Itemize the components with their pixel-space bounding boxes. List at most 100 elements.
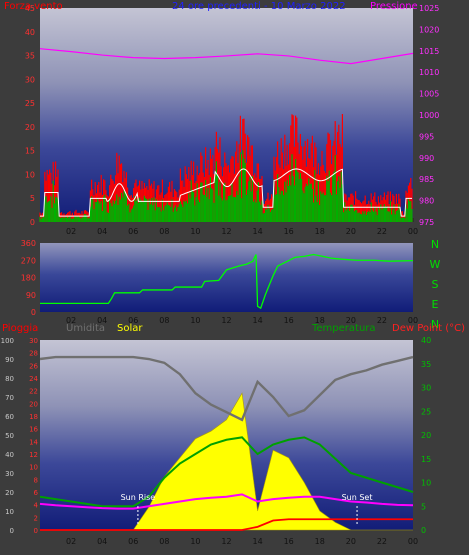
legend-label: Solar bbox=[117, 323, 143, 334]
direction-plot-area bbox=[40, 243, 413, 312]
pressure-y-tick: 1005 bbox=[419, 90, 439, 99]
legend-label: Dew Point (°C) bbox=[392, 323, 465, 334]
temp-x-tick: 22 bbox=[377, 537, 387, 546]
pressure-y-tick: 980 bbox=[419, 197, 434, 206]
temperature-y-tick: 10 bbox=[421, 479, 431, 488]
wind-y-tick: 20 bbox=[25, 123, 35, 132]
temperature-y-tick: 25 bbox=[421, 407, 431, 416]
wind-y-tick: 35 bbox=[25, 52, 35, 61]
temp-x-tick: 04 bbox=[97, 537, 107, 546]
rain-y-tick: 16 bbox=[29, 426, 38, 434]
temp-x-tick: 14 bbox=[252, 537, 262, 546]
wind-x-tick: 20 bbox=[346, 227, 356, 236]
pressure-y-tick: 1010 bbox=[419, 68, 439, 77]
wind-y-tick: 15 bbox=[25, 147, 35, 156]
pressure-y-tick: 975 bbox=[419, 218, 434, 227]
sun-marker-label: Sun Set bbox=[342, 493, 373, 502]
wind-y-tick: 10 bbox=[25, 170, 35, 179]
rain-y-tick: 22 bbox=[29, 388, 38, 396]
pressure-y-tick: 990 bbox=[419, 154, 434, 163]
temperature-y-tick: 40 bbox=[421, 336, 431, 345]
wind-y-tick: 25 bbox=[25, 99, 35, 108]
wind-x-tick: 06 bbox=[128, 227, 138, 236]
humidity-y-tick: 90 bbox=[5, 356, 14, 364]
wind-x-tick: 12 bbox=[221, 227, 231, 236]
temperature-y-tick: 5 bbox=[421, 502, 426, 511]
rain-y-tick: 2 bbox=[34, 514, 38, 522]
pressure-y-tick: 1025 bbox=[419, 4, 439, 13]
rain-y-tick: 20 bbox=[29, 400, 38, 408]
humidity-y-tick: 10 bbox=[5, 508, 14, 516]
humidity-y-tick: 50 bbox=[5, 432, 14, 440]
wind-y-tick: 30 bbox=[25, 75, 35, 84]
wind-x-tick: 10 bbox=[190, 227, 200, 236]
pressure-y-tick: 985 bbox=[419, 175, 434, 184]
pressure-title: Pressione bbox=[370, 1, 418, 12]
direction-y-tick: 360 bbox=[21, 239, 36, 248]
direction-x-tick: 16 bbox=[284, 316, 294, 325]
rain-y-tick: 4 bbox=[34, 502, 39, 510]
temp-x-tick: 02 bbox=[66, 537, 76, 546]
direction-y-tick: 180 bbox=[21, 274, 36, 283]
humidity-y-tick: 100 bbox=[1, 337, 14, 345]
wind-x-tick: 00 bbox=[408, 227, 418, 236]
direction-x-tick: 08 bbox=[159, 316, 169, 325]
wind-x-tick: 02 bbox=[66, 227, 76, 236]
rain-y-tick: 24 bbox=[29, 375, 38, 383]
wind-y-tick: 40 bbox=[25, 28, 35, 37]
rain-y-tick: 30 bbox=[29, 337, 38, 345]
temp-x-tick: 00 bbox=[408, 537, 418, 546]
temp-x-tick: 12 bbox=[221, 537, 231, 546]
temperature-y-tick: 30 bbox=[421, 384, 431, 393]
weather-dashboard: 0 5 10 15 20 25 30 35 40 45 975 980 985 990 995 1000 100… bbox=[0, 0, 469, 555]
rain-y-tick: 0 bbox=[34, 527, 38, 535]
humidity-y-tick: 30 bbox=[5, 470, 14, 478]
pressure-y-tick: 995 bbox=[419, 132, 434, 141]
rain-y-tick: 18 bbox=[29, 413, 38, 421]
pressure-y-tick: 1000 bbox=[419, 111, 439, 120]
direction-x-tick: 22 bbox=[377, 316, 387, 325]
temp-x-tick: 08 bbox=[159, 537, 169, 546]
legend-label: Umidita bbox=[66, 323, 105, 334]
humidity-y-tick: 40 bbox=[5, 451, 14, 459]
wind-x-tick: 08 bbox=[159, 227, 169, 236]
pressure-y-tick: 1015 bbox=[419, 47, 439, 56]
wind-x-tick: 18 bbox=[315, 227, 325, 236]
temp-x-tick: 06 bbox=[128, 537, 138, 546]
rain-y-tick: 10 bbox=[29, 464, 38, 472]
rain-y-tick: 12 bbox=[29, 451, 38, 459]
temperature-y-tick: 35 bbox=[421, 360, 431, 369]
direction-y-tick: 0 bbox=[31, 308, 36, 317]
humidity-y-tick: 70 bbox=[5, 394, 14, 402]
legend-label: Temperatura bbox=[311, 323, 376, 334]
rain-y-tick: 26 bbox=[29, 362, 38, 370]
temperature-y-tick: 0 bbox=[421, 526, 426, 535]
rain-y-tick: 6 bbox=[34, 489, 39, 497]
humidity-y-tick: 60 bbox=[5, 413, 14, 421]
wind-x-tick: 22 bbox=[377, 227, 387, 236]
legend-label: Pioggia bbox=[2, 323, 38, 334]
wind-y-tick: 0 bbox=[30, 218, 35, 227]
temp-x-tick: 10 bbox=[190, 537, 200, 546]
direction-x-tick: 10 bbox=[190, 316, 200, 325]
pressure-y-tick: 1020 bbox=[419, 25, 439, 34]
wind-x-tick: 04 bbox=[97, 227, 107, 236]
chart-title: 24 ore precedenti - 10 Marzo 2022 bbox=[172, 1, 346, 12]
rain-y-tick: 28 bbox=[29, 350, 38, 358]
wind-y-tick: 5 bbox=[30, 194, 35, 203]
temperature-y-tick: 20 bbox=[421, 431, 431, 440]
temperature-y-tick: 15 bbox=[421, 455, 431, 464]
temp-x-tick: 18 bbox=[315, 537, 325, 546]
temp-x-tick: 20 bbox=[346, 537, 356, 546]
direction-y-tick: 270 bbox=[21, 256, 36, 265]
compass-label: E bbox=[432, 298, 439, 311]
humidity-y-tick: 0 bbox=[10, 527, 14, 535]
compass-label: W bbox=[430, 258, 441, 271]
direction-y-tick: 90 bbox=[26, 291, 36, 300]
compass-label: S bbox=[432, 278, 439, 291]
wind-title: Forza vento bbox=[4, 1, 63, 12]
rain-y-tick: 8 bbox=[34, 476, 38, 484]
compass-label: N bbox=[431, 238, 439, 251]
direction-x-tick: 12 bbox=[221, 316, 231, 325]
rain-y-tick: 14 bbox=[29, 438, 38, 446]
